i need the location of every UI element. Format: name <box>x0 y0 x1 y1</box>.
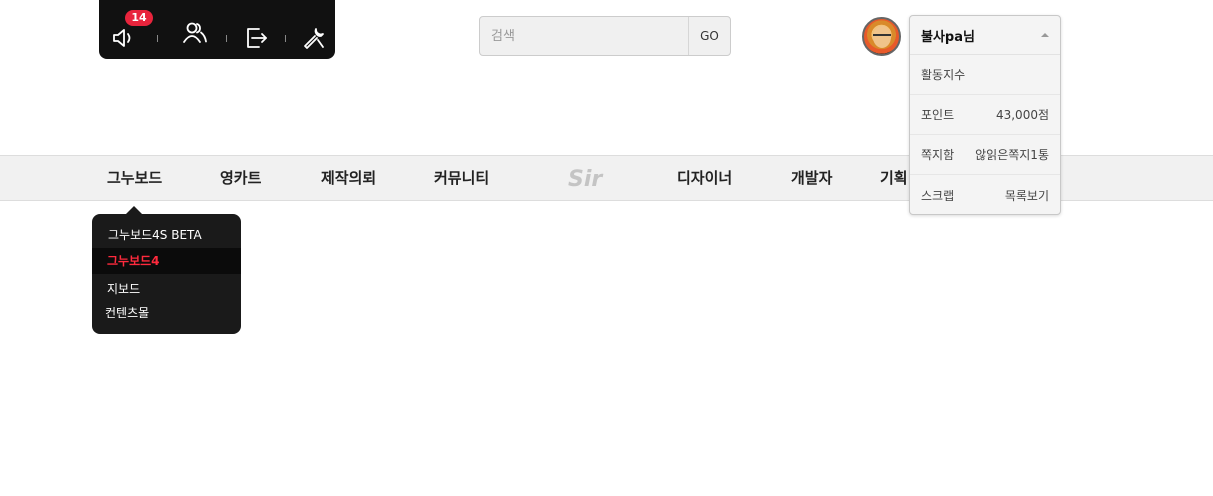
nav-item-designer[interactable]: 디자이너 <box>677 156 732 200</box>
submenu-item-gnuboard4s[interactable]: 그누보드4S BETA <box>92 222 241 248</box>
logout-icon[interactable] <box>241 23 271 53</box>
caret-up-icon[interactable] <box>1041 33 1049 37</box>
points-value: 43,000점 <box>995 108 1049 122</box>
messages-label: 쪽지함 <box>921 148 955 162</box>
notification-badge[interactable]: 14 <box>125 10 153 26</box>
speaker-icon[interactable] <box>108 23 138 53</box>
user-menu-activity[interactable]: 활동지수 <box>910 55 1060 95</box>
divider <box>285 35 286 42</box>
submenu-item-gnuboard4[interactable]: 그누보드4 <box>92 248 241 274</box>
users-icon[interactable] <box>180 18 210 48</box>
scrap-label: 스크랩 <box>921 188 955 203</box>
tools-icon[interactable] <box>299 23 329 53</box>
search-box: GO <box>479 16 731 56</box>
top-toolbar: 14 <box>99 0 335 59</box>
scrap-value[interactable]: 목록보기 <box>1005 187 1049 204</box>
divider <box>157 35 158 42</box>
points-label: 포인트 <box>921 108 955 122</box>
nav-item-planner[interactable]: 기획 <box>880 156 908 200</box>
nav-item-youngcart[interactable]: 영카트 <box>220 156 261 200</box>
nav-item-developer[interactable]: 개발자 <box>791 156 832 200</box>
submenu-item-jiblog[interactable]: 지보드 <box>92 276 241 302</box>
search-input[interactable] <box>480 17 688 55</box>
user-dropdown-header[interactable]: 불사pa님 <box>910 16 1060 55</box>
avatar-glasses <box>873 34 891 38</box>
nav-item-request[interactable]: 제작의뢰 <box>321 156 376 200</box>
sir-logo-text: Sir <box>568 167 603 192</box>
nav-item-gnuboard[interactable]: 그누보드 <box>107 156 162 200</box>
sir-logo[interactable]: Sir <box>566 164 608 192</box>
user-menu-points[interactable]: 포인트 43,000점 <box>910 95 1060 135</box>
activity-label: 활동지수 <box>921 68 966 82</box>
messages-value[interactable]: 않읽은쪽지1통 <box>975 146 1049 163</box>
user-menu-messages[interactable]: 쪽지함 않읽은쪽지1통 <box>910 135 1060 175</box>
divider <box>226 35 227 42</box>
search-go-button[interactable]: GO <box>688 17 730 55</box>
nav-item-community[interactable]: 커뮤니티 <box>434 156 489 200</box>
submenu-item-contentsmall[interactable]: 컨텐츠몰 <box>92 300 241 326</box>
avatar[interactable] <box>862 17 901 56</box>
username: 불사pa님 <box>921 29 975 45</box>
user-dropdown: 불사pa님 활동지수 포인트 43,000점 쪽지함 않읽은쪽지1통 스크랩 목… <box>909 15 1061 215</box>
gnuboard-submenu: 그누보드4S BETA 그누보드4 지보드 컨텐츠몰 <box>92 206 241 334</box>
user-menu-scrap[interactable]: 스크랩 목록보기 <box>910 175 1060 215</box>
